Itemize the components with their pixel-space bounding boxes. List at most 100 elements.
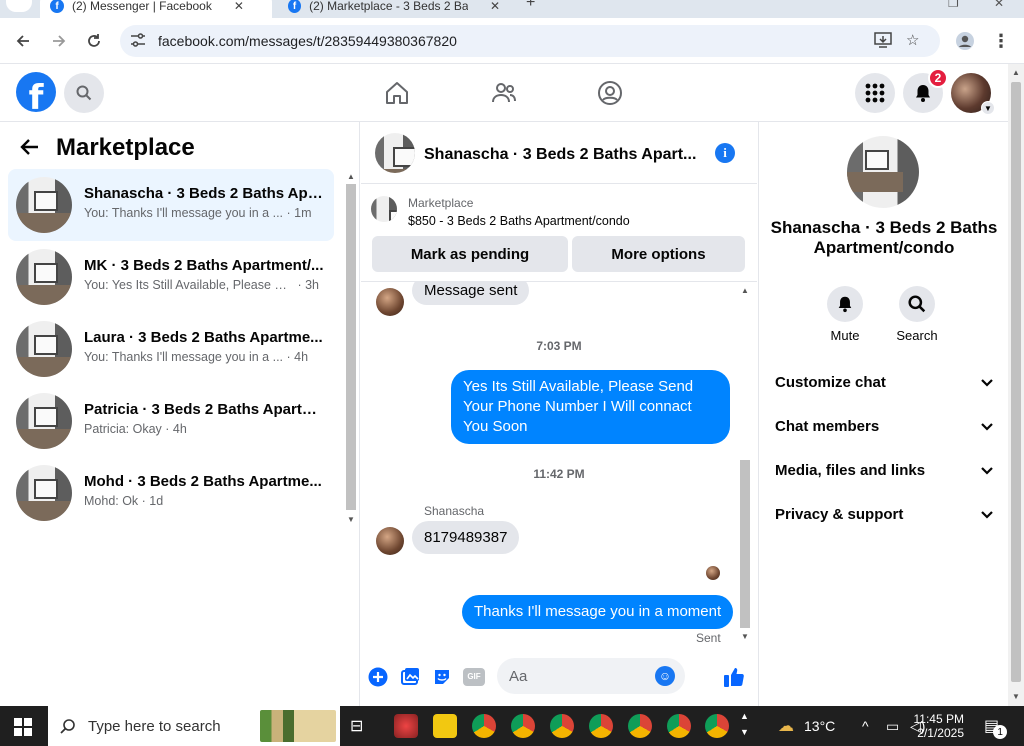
account-avatar[interactable]: ▼ <box>951 73 995 115</box>
chrome-icon[interactable] <box>705 714 729 738</box>
taskbar-search-box[interactable]: Type here to search <box>48 706 340 746</box>
chrome-icon[interactable] <box>511 714 535 738</box>
chat-members-section[interactable]: Chat members <box>775 418 993 435</box>
scroll-down-icon[interactable]: ▼ <box>347 515 355 524</box>
message-composer: GIF Aa ☺ <box>361 656 757 706</box>
friends-nav-icon[interactable] <box>489 78 519 108</box>
bookmark-star-icon[interactable]: ☆ <box>906 31 919 49</box>
conversation-list-scrollbar[interactable]: ▲ ▼ <box>344 172 358 527</box>
conversation-name: Patricia · 3 Beds 2 Baths Apartm... <box>84 401 324 418</box>
message-scrollbar[interactable]: ▲ ▼ <box>737 282 753 648</box>
task-view-icon[interactable]: ⊟ <box>350 716 363 736</box>
forward-arrow-icon[interactable] <box>46 28 72 54</box>
more-options-button[interactable]: More options <box>572 236 745 272</box>
profile-nav-icon[interactable] <box>595 78 625 108</box>
listing-thumbnail <box>16 321 72 377</box>
profile-icon[interactable] <box>954 30 976 52</box>
facebook-logo-icon[interactable]: f <box>16 72 56 112</box>
mute-button[interactable]: Mute <box>815 286 875 343</box>
app-icon[interactable] <box>394 714 418 738</box>
scroll-up-icon[interactable]: ▲ <box>347 172 355 181</box>
listing-thumbnail <box>371 196 397 222</box>
conversation-item[interactable]: Patricia · 3 Beds 2 Baths Apartm... Patr… <box>8 385 334 457</box>
reload-icon[interactable] <box>81 28 107 54</box>
tab-search-button[interactable] <box>6 0 32 12</box>
show-hidden-icons-icon[interactable]: ^ <box>862 706 869 746</box>
message-input[interactable]: Aa ☺ <box>497 658 685 694</box>
clock[interactable]: 11:45 PM 2/1/2025 <box>910 706 964 746</box>
search-button[interactable] <box>64 73 104 113</box>
message-timestamp: 7:03 PM <box>536 339 582 353</box>
new-tab-plus-icon[interactable]: + <box>526 0 535 12</box>
back-arrow-icon[interactable] <box>20 138 40 162</box>
thumbs-up-icon[interactable] <box>723 666 745 688</box>
gif-icon[interactable]: GIF <box>462 666 486 688</box>
scroll-up-icon[interactable]: ▲ <box>1012 68 1020 77</box>
browser-menu-icon[interactable]: ⋮ <box>990 30 1012 52</box>
conversation-item[interactable]: MK · 3 Beds 2 Baths Apartment/... You: Y… <box>8 241 334 313</box>
chrome-icon[interactable] <box>550 714 574 738</box>
close-window-icon[interactable]: ✕ <box>994 0 1004 10</box>
browser-tab-messenger[interactable]: f (2) Messenger | Facebook ✕ <box>40 0 272 18</box>
chat-title[interactable]: Shanascha · 3 Beds 2 Baths Apart... <box>424 146 696 164</box>
conversation-preview: You: Thanks I'll message you in a ... · … <box>84 350 309 364</box>
media-files-links-section[interactable]: Media, files and links <box>775 462 993 479</box>
scrollbar-thumb[interactable] <box>346 184 356 510</box>
search-in-chat-button[interactable]: Search <box>887 286 947 343</box>
chrome-icon[interactable] <box>628 714 652 738</box>
site-settings-icon[interactable] <box>130 32 148 50</box>
scroll-down-icon[interactable]: ▼ <box>1012 692 1020 701</box>
page-scrollbar-thumb[interactable] <box>1011 82 1021 682</box>
chrome-icon[interactable] <box>472 714 496 738</box>
listing-thumbnail <box>16 177 72 233</box>
restore-window-icon[interactable]: ❐ <box>948 0 959 10</box>
home-nav-icon[interactable] <box>382 78 412 108</box>
read-receipt-avatar <box>706 566 720 580</box>
back-arrow-icon[interactable] <box>10 28 36 54</box>
conversation-preview: Patricia: Okay · 4h <box>84 422 187 436</box>
windows-taskbar: Type here to search ⊟ ▲ ▼ ☁ 13°C ^ ▭ ◁) 1… <box>0 706 1024 746</box>
conversation-preview: You: Thanks I'll message you in a ... · … <box>84 206 312 220</box>
plus-icon[interactable] <box>367 666 389 688</box>
close-tab-icon[interactable]: ✕ <box>234 0 244 13</box>
scroll-down-icon[interactable]: ▼ <box>741 632 749 641</box>
sticker-icon[interactable] <box>431 666 453 688</box>
chrome-icon[interactable] <box>667 714 691 738</box>
facebook-favicon-icon: f <box>50 0 64 13</box>
facebook-header: f 2 ▼ <box>0 64 1008 122</box>
contact-avatar[interactable] <box>847 136 919 208</box>
conversation-item[interactable]: Shanascha · 3 Beds 2 Baths Apa... You: T… <box>8 169 334 241</box>
conversation-item[interactable]: Laura · 3 Beds 2 Baths Apartme... You: T… <box>8 313 334 385</box>
mark-as-pending-button[interactable]: Mark as pending <box>372 236 568 272</box>
conversation-preview: You: Yes Its Still Available, Please Se.… <box>84 278 320 292</box>
privacy-support-section[interactable]: Privacy & support <box>775 506 993 523</box>
sticky-notes-icon[interactable] <box>433 714 457 738</box>
install-app-icon[interactable] <box>874 31 892 53</box>
info-icon[interactable]: i <box>715 143 735 163</box>
scroll-up-icon[interactable]: ▲ <box>741 286 749 295</box>
bell-icon <box>916 85 930 102</box>
close-tab-icon[interactable]: ✕ <box>490 0 500 13</box>
customize-chat-section[interactable]: Customize chat <box>775 374 993 391</box>
address-bar[interactable]: facebook.com/messages/t/2835944938036782… <box>120 25 940 57</box>
menu-grid-button[interactable] <box>855 73 895 113</box>
chrome-icon[interactable] <box>589 714 613 738</box>
action-center-icon[interactable]: ▤ 1 <box>984 706 1013 746</box>
conversation-list-panel: Marketplace Shanascha · 3 Beds 2 Baths A… <box>0 122 360 706</box>
emoji-icon[interactable]: ☺ <box>655 666 675 686</box>
chat-avatar[interactable] <box>375 133 415 173</box>
weather-widget[interactable]: ☁ 13°C <box>778 706 835 746</box>
scrollbar-thumb[interactable] <box>740 460 750 628</box>
search-highlight-image <box>260 710 336 742</box>
browser-tab-marketplace[interactable]: f (2) Marketplace - 3 Beds 2 Bath ✕ <box>278 0 510 18</box>
conversation-item[interactable]: Mohd · 3 Beds 2 Baths Apartme... Mohd: O… <box>8 457 334 529</box>
windows-start-icon[interactable] <box>14 718 32 741</box>
taskbar-scroll-arrows-icon[interactable]: ▲ ▼ <box>740 708 749 740</box>
listing-detail[interactable]: $850 - 3 Beds 2 Baths Apartment/condo <box>408 214 630 228</box>
marketplace-listing-banner: Marketplace $850 - 3 Beds 2 Baths Apartm… <box>361 184 757 282</box>
page-scrollbar[interactable]: ▲ ▼ <box>1008 64 1024 706</box>
facebook-favicon-icon: f <box>288 0 302 13</box>
message-status: Sent <box>696 631 721 645</box>
photo-icon[interactable] <box>399 666 421 688</box>
network-icon[interactable]: ▭ <box>886 706 899 746</box>
